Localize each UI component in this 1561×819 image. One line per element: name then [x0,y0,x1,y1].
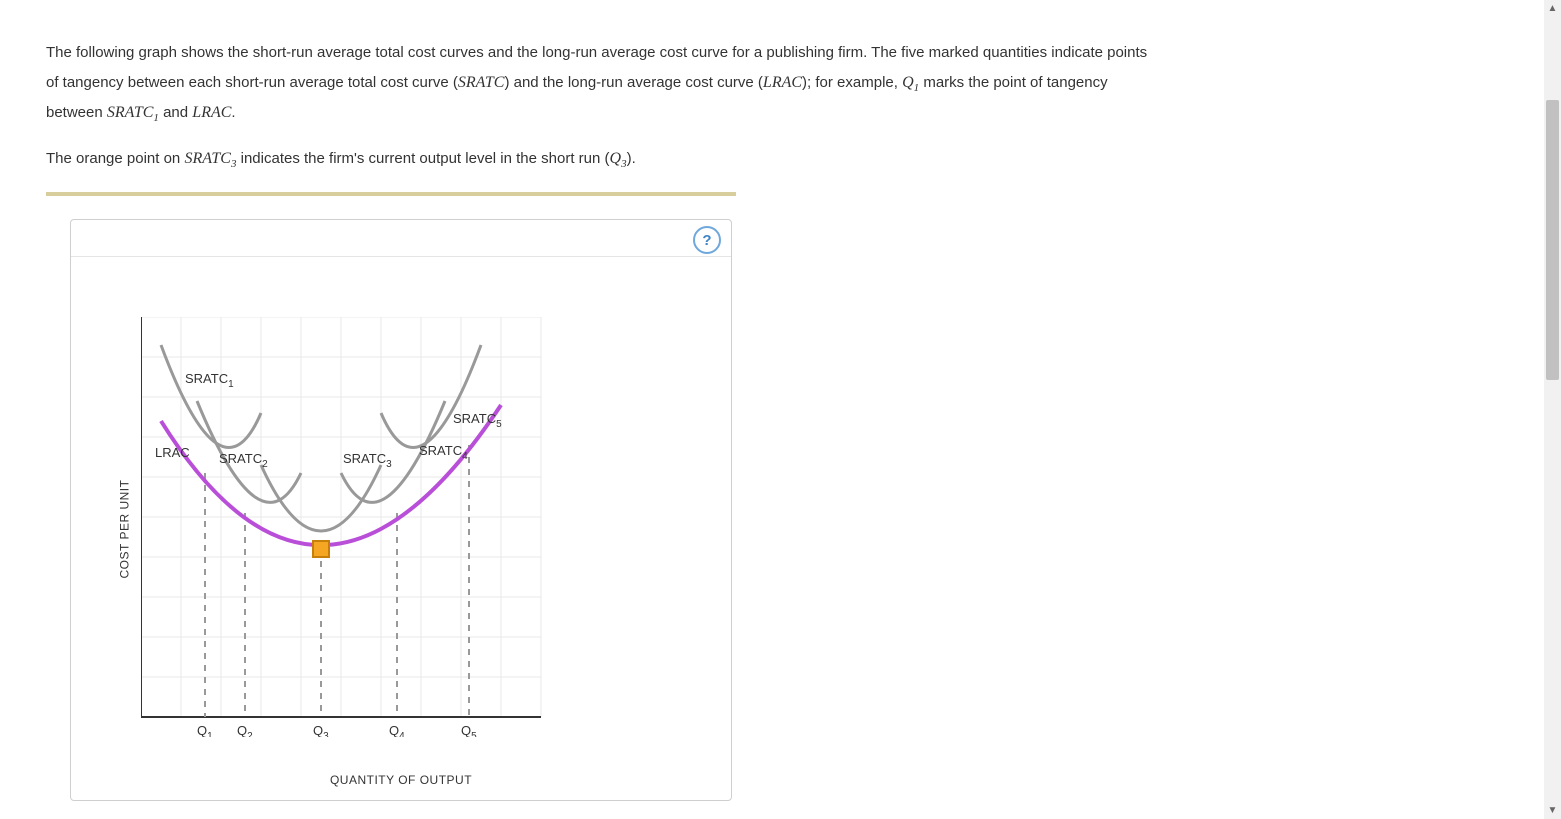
lrac-label: LRAC [155,445,190,460]
svg-text:SRATC1: SRATC1 [185,371,234,390]
question-text: The following graph shows the short-run … [46,24,1156,190]
y-axis-label: COST PER UNIT [117,480,131,579]
q1-term: Q [902,74,914,91]
p2-part-a: The orange point on [46,150,184,167]
help-button[interactable]: ? [693,226,721,254]
paragraph-2: The orange point on SRATC3 indicates the… [46,144,1156,175]
page-root: The following graph shows the short-run … [0,0,1561,819]
svg-text:Q2: Q2 [237,723,253,737]
sratc1-label: SRATC1 [185,371,234,390]
section-divider [46,192,736,196]
sratc3-label: SRATC3 [343,451,392,470]
p1-part-c: ); for example, [802,74,902,91]
lrac2-term: LRAC [192,104,231,121]
svg-text:SRATC3: SRATC3 [343,451,392,470]
vertical-scrollbar[interactable]: ▲ ▼ [1544,0,1561,819]
chart-frame: ? COST PER UNIT [70,219,732,801]
chart-header: ? [71,220,731,257]
scroll-down-icon[interactable]: ▼ [1544,802,1561,819]
p2-part-c: ). [627,150,636,167]
sratc3-curve [261,465,381,531]
chart-svg: LRAC SRATC1 SRATC2 SRATC3 SRATC4 SRATC5 [141,317,561,737]
svg-text:Q1: Q1 [197,723,213,737]
svg-text:SRATC5: SRATC5 [453,411,502,430]
lrac-term: LRAC [763,74,802,91]
current-output-point[interactable] [313,541,329,557]
p1-part-e: and [159,104,192,121]
p1-part-b: ) and the long-run average cost curve ( [504,74,762,91]
p1-part-f: . [231,104,235,121]
sratc5-label: SRATC5 [453,411,502,430]
sratc-term: SRATC [458,74,505,91]
sratc3-term: SRATC [184,150,231,167]
x-axis-label: QUANTITY OF OUTPUT [330,773,472,787]
x-tick-labels: Q1 Q2 Q3 Q4 Q5 [197,723,477,737]
scroll-thumb[interactable] [1546,100,1559,380]
svg-text:Q4: Q4 [389,723,405,737]
svg-text:Q5: Q5 [461,723,477,737]
scroll-up-icon[interactable]: ▲ [1544,0,1561,17]
chart-area[interactable]: COST PER UNIT [71,257,731,801]
p2-part-b: indicates the firm's current output leve… [236,150,609,167]
lrac-curve [161,405,501,545]
help-icon: ? [702,232,711,249]
paragraph-1: The following graph shows the short-run … [46,39,1156,129]
sratc1-term: SRATC [107,104,154,121]
svg-text:Q3: Q3 [313,723,329,737]
q3-term: Q [610,150,622,167]
